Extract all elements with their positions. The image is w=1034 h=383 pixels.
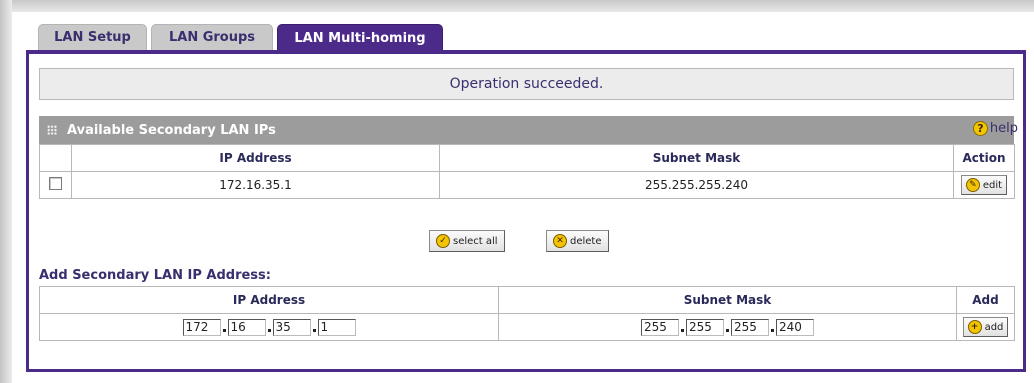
- check-icon: ✓: [436, 234, 450, 248]
- octet-separator: [726, 328, 729, 332]
- available-section-header: Available Secondary LAN IPs ? help: [39, 116, 1018, 144]
- octet-separator: [312, 328, 316, 332]
- help-link[interactable]: ? help: [972, 121, 1018, 136]
- add-input-row: + add: [39, 313, 1015, 341]
- edit-button[interactable]: ✎ edit: [960, 175, 1008, 195]
- octet-separator: [681, 328, 684, 332]
- add-section-title: Add Secondary LAN IP Address:: [39, 268, 271, 283]
- add-header-row: IP Address Subnet Mask Add: [39, 286, 1015, 314]
- mask-octet-2-field[interactable]: [686, 318, 724, 336]
- grip-icon: [47, 125, 57, 135]
- select-all-wrap: ✓ select all: [429, 230, 505, 252]
- delete-label: delete: [570, 235, 602, 247]
- ip-octet-3-field[interactable]: [272, 318, 311, 336]
- ip-octet-2-field[interactable]: [227, 318, 266, 336]
- select-all-button[interactable]: ✓ select all: [429, 230, 505, 252]
- edit-label: edit: [982, 179, 1003, 191]
- help-label: help: [989, 121, 1018, 136]
- window-top-shadow: [0, 0, 1034, 12]
- table-row: 172.16.35.1 255.255.255.240 ✎ edit: [39, 171, 1015, 199]
- ip-octet-4-field[interactable]: [317, 318, 356, 336]
- available-ips-table: IP Address Subnet Mask Action 172.16.35.…: [39, 144, 1015, 199]
- pencil-icon: ✎: [965, 178, 980, 192]
- plus-icon: +: [967, 320, 982, 334]
- ip-address-input-group: [182, 318, 356, 336]
- mask-octet-3-field[interactable]: [731, 318, 769, 336]
- x-icon: ✕: [553, 234, 567, 248]
- row-checkbox[interactable]: [49, 177, 62, 190]
- available-section-title: Available Secondary LAN IPs: [67, 122, 276, 138]
- delete-button[interactable]: ✕ delete: [546, 230, 609, 252]
- tab-lan-groups[interactable]: LAN Groups: [151, 24, 273, 50]
- mask-octet-4-field[interactable]: [776, 318, 814, 336]
- select-all-label: select all: [453, 235, 498, 247]
- octet-separator: [267, 328, 271, 332]
- add-button[interactable]: + add: [962, 317, 1009, 337]
- status-message: Operation succeeded.: [39, 68, 1014, 100]
- action-column-header: Action: [953, 144, 1015, 172]
- row-ip-cell: 172.16.35.1: [71, 171, 440, 199]
- row-select-cell: [39, 171, 72, 199]
- ip-column-header: IP Address: [71, 144, 440, 172]
- octet-separator: [222, 328, 226, 332]
- mask-column-header: Subnet Mask: [439, 144, 954, 172]
- window-left-shadow: [0, 0, 12, 383]
- add-column-header: Add: [956, 286, 1015, 314]
- add-label: add: [984, 321, 1004, 333]
- row-mask-cell: 255.255.255.240: [439, 171, 954, 199]
- octet-separator: [771, 328, 774, 332]
- add-ip-table: IP Address Subnet Mask Add 172 16 35 1 2…: [39, 286, 1015, 341]
- select-column-header: [39, 144, 72, 172]
- table-header-row: IP Address Subnet Mask Action: [39, 144, 1015, 172]
- add-mask-cell: [498, 313, 957, 341]
- tab-lan-multi-homing[interactable]: LAN Multi-homing: [277, 24, 443, 51]
- mask-octet-1-field[interactable]: [641, 318, 679, 336]
- add-ip-cell: [39, 313, 499, 341]
- delete-wrap: ✕ delete: [546, 230, 609, 252]
- main-panel: Operation succeeded. Available Secondary…: [26, 50, 1026, 372]
- subnet-mask-input-group: [641, 318, 814, 336]
- row-action-cell: ✎ edit: [953, 171, 1015, 199]
- add-mask-column-header: Subnet Mask: [498, 286, 957, 314]
- tab-lan-setup[interactable]: LAN Setup: [38, 24, 147, 50]
- help-icon: ?: [972, 121, 988, 136]
- add-ip-column-header: IP Address: [39, 286, 499, 314]
- add-action-cell: + add: [956, 313, 1015, 341]
- ip-octet-1-field[interactable]: [182, 318, 221, 336]
